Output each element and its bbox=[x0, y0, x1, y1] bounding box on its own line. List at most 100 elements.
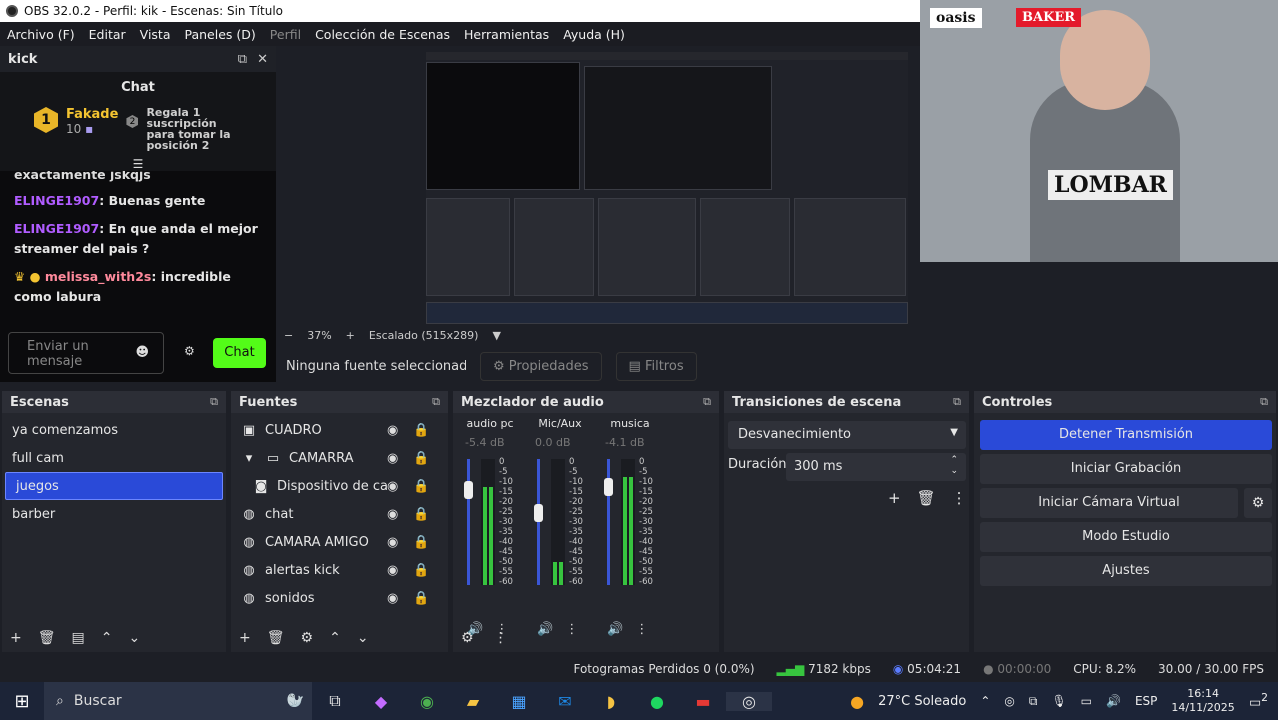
menu-perfil[interactable]: Perfil bbox=[263, 27, 308, 42]
undock-icon[interactable]: ⧉ bbox=[210, 395, 218, 409]
menu-editar[interactable]: Editar bbox=[82, 27, 133, 42]
windows-start-icon[interactable]: ⊞ bbox=[0, 691, 44, 712]
lock-icon[interactable]: 🔒 bbox=[413, 535, 429, 550]
store-icon[interactable]: ▦ bbox=[496, 692, 542, 711]
menu-herramientas[interactable]: Herramientas bbox=[457, 27, 556, 42]
add-icon[interactable]: + bbox=[239, 630, 251, 646]
undock-icon[interactable]: ⧉ bbox=[1260, 395, 1268, 409]
up-icon[interactable]: ⌃ bbox=[101, 630, 113, 646]
chat-user[interactable]: ELINGE1907 bbox=[14, 221, 99, 236]
notifications-icon[interactable]: ▭2 bbox=[1249, 691, 1268, 710]
eye-icon[interactable]: ◉ bbox=[387, 451, 398, 466]
source-item[interactable]: ◍ chat ◉ 🔒 bbox=[231, 500, 448, 528]
volume-fader[interactable] bbox=[537, 459, 540, 585]
volume-fader[interactable] bbox=[467, 459, 470, 585]
task-view-icon[interactable]: ⧉ bbox=[312, 691, 358, 711]
tray-chevron-up-icon[interactable]: ⌃ bbox=[980, 694, 990, 708]
scene-item[interactable]: full cam bbox=[2, 444, 226, 472]
eye-icon[interactable]: ◉ bbox=[387, 563, 398, 578]
chat-settings-icon[interactable]: ⚙ bbox=[184, 344, 195, 358]
lock-icon[interactable]: 🔒 bbox=[413, 451, 429, 466]
fader-knob[interactable] bbox=[464, 481, 473, 500]
gift-prompt[interactable]: Regala 1 suscripción para tomar la posic… bbox=[146, 107, 246, 151]
start-virtual-camera-button[interactable]: Iniciar Cámara Virtual bbox=[980, 488, 1238, 518]
zoom-out-icon[interactable]: − bbox=[284, 329, 293, 342]
lock-icon[interactable]: 🔒 bbox=[413, 563, 429, 578]
copilot-icon[interactable]: ◆ bbox=[358, 692, 404, 711]
menu-paneles[interactable]: Paneles (D) bbox=[178, 27, 263, 42]
source-item[interactable]: ◙Dispositivo de captu◉🔒 bbox=[231, 472, 448, 500]
down-icon[interactable]: ⌄ bbox=[357, 630, 369, 646]
chevron-down-icon[interactable]: ▾ bbox=[241, 451, 257, 466]
scene-item[interactable]: barber bbox=[2, 500, 226, 528]
up-icon[interactable]: ⌃ bbox=[329, 630, 341, 646]
trash-icon[interactable]: 🗑 bbox=[917, 489, 936, 507]
menu-vista[interactable]: Vista bbox=[133, 27, 178, 42]
volume-icon[interactable]: 🔊 bbox=[1106, 694, 1121, 708]
filter-icon[interactable]: ▤ bbox=[72, 630, 85, 646]
lock-icon[interactable]: 🔒 bbox=[413, 423, 429, 438]
clock[interactable]: 16:14 14/11/2025 bbox=[1171, 687, 1234, 715]
zoom-in-icon[interactable]: + bbox=[346, 329, 355, 342]
obs-taskbar-icon[interactable]: ◎ bbox=[726, 691, 772, 711]
stop-stream-button[interactable]: Detener Transmisión bbox=[980, 420, 1272, 450]
stepper-icon[interactable]: ⌃ ⌄ bbox=[950, 455, 958, 477]
source-item[interactable]: ▣ CUADRO ◉ 🔒 bbox=[231, 416, 448, 444]
weather[interactable]: 27°C Soleado bbox=[878, 694, 966, 709]
scale-dropdown-icon[interactable]: ▼ bbox=[492, 329, 500, 342]
fader-knob[interactable] bbox=[604, 478, 613, 497]
undock-icon[interactable]: ⧉ bbox=[953, 395, 961, 409]
source-item[interactable]: ◍ sonidos ◉ 🔒 bbox=[231, 584, 448, 612]
preview-area[interactable]: oasis BAKER LOMBAR bbox=[276, 0, 1278, 326]
down-icon[interactable]: ⌄ bbox=[128, 630, 140, 646]
add-icon[interactable]: + bbox=[888, 489, 901, 507]
scene-item[interactable]: ya comenzamos bbox=[2, 416, 226, 444]
source-item[interactable]: ◍ alertas kick ◉ 🔒 bbox=[231, 556, 448, 584]
float-icon[interactable]: ⧉ bbox=[238, 52, 247, 67]
undock-icon[interactable]: ⧉ bbox=[432, 395, 440, 409]
collapse-handle-icon[interactable]: ☰ bbox=[0, 158, 276, 171]
lock-icon[interactable]: 🔒 bbox=[413, 507, 429, 522]
trash-icon[interactable]: 🗑 bbox=[267, 630, 285, 646]
file-explorer-icon[interactable]: ▰ bbox=[450, 692, 496, 711]
menu-archivo[interactable]: Archivo (F) bbox=[0, 27, 82, 42]
trash-icon[interactable]: 🗑 bbox=[38, 630, 56, 646]
fader-knob[interactable] bbox=[534, 503, 543, 522]
language[interactable]: ESP bbox=[1135, 694, 1157, 708]
spotify-icon[interactable]: ● bbox=[634, 692, 680, 711]
close-icon[interactable]: ✕ bbox=[257, 52, 268, 67]
start-recording-button[interactable]: Iniciar Grabación bbox=[980, 454, 1272, 484]
app-icon[interactable]: ◗ bbox=[588, 692, 634, 711]
taskbar-search[interactable]: ⌕ Buscar 🦭 bbox=[44, 682, 312, 720]
filters-button[interactable]: ▤ Filtros bbox=[615, 351, 697, 381]
microphone-icon[interactable]: 🎙 bbox=[1051, 694, 1066, 708]
add-icon[interactable]: + bbox=[10, 630, 22, 646]
settings-button[interactable]: Ajustes bbox=[980, 556, 1272, 586]
properties-button[interactable]: ⚙ Propiedades bbox=[480, 351, 602, 381]
lock-icon[interactable]: 🔒 bbox=[413, 591, 429, 606]
scene-item-selected[interactable]: juegos bbox=[5, 472, 223, 500]
menu-ayuda[interactable]: Ayuda (H) bbox=[556, 27, 632, 42]
mixer-settings-icon[interactable]: ⚙ bbox=[461, 630, 474, 646]
tray-obs-icon[interactable]: ◎ bbox=[1004, 694, 1014, 708]
voicemeeter-icon[interactable]: ▬ bbox=[680, 692, 726, 711]
undock-icon[interactable]: ⧉ bbox=[703, 395, 711, 409]
studio-mode-button[interactable]: Modo Estudio bbox=[980, 522, 1272, 552]
more-icon[interactable]: ⋮ bbox=[952, 489, 967, 507]
chat-user[interactable]: ELINGE1907 bbox=[14, 193, 99, 208]
outlook-icon[interactable]: ✉ bbox=[542, 692, 588, 711]
eye-icon[interactable]: ◉ bbox=[387, 423, 398, 438]
emoji-icon[interactable]: ☻ bbox=[135, 345, 149, 360]
eye-icon[interactable]: ◉ bbox=[387, 507, 398, 522]
source-item[interactable]: ◍ CAMARA AMIGO ◉ 🔒 bbox=[231, 528, 448, 556]
eye-icon[interactable]: ◉ bbox=[387, 591, 398, 606]
network-icon[interactable]: ▭ bbox=[1081, 694, 1092, 708]
chrome-icon[interactable]: ◉ bbox=[404, 692, 450, 711]
transition-select[interactable]: Desvanecimiento ▼ bbox=[728, 421, 966, 449]
tray-app-icon[interactable]: ⧉ bbox=[1029, 694, 1038, 709]
chat-input[interactable]: Enviar un mensaje ☻ bbox=[8, 332, 164, 374]
chat-send-button[interactable]: Chat bbox=[213, 338, 266, 368]
chat-user[interactable]: melissa_with2s bbox=[45, 269, 151, 284]
lock-icon[interactable]: 🔒 bbox=[413, 479, 429, 494]
virtual-camera-gear-icon[interactable]: ⚙ bbox=[1244, 488, 1272, 518]
